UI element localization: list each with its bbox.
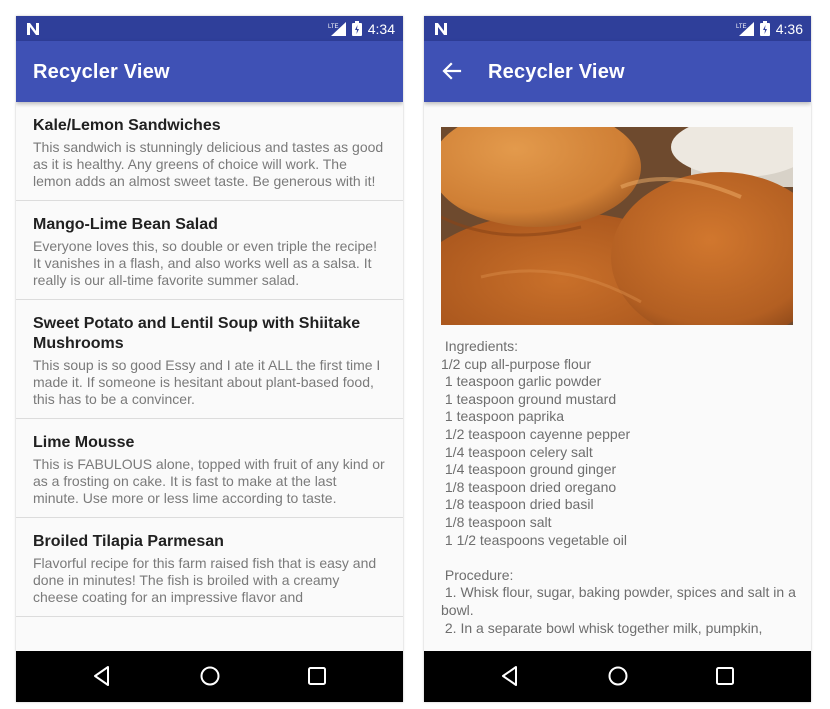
- svg-text:LTE: LTE: [736, 24, 747, 30]
- pancakes-photo: [441, 127, 793, 325]
- circle-home-icon[interactable]: [199, 665, 221, 687]
- phone-recipe-list: LTE 4:34 Recycler View Kale/Lemon Sandwi…: [16, 16, 403, 702]
- recipe-instructions: Ingredients: 1/2 cup all-purpose flour 1…: [441, 338, 796, 636]
- recipe-title: Sweet Potato and Lentil Soup with Shiita…: [33, 315, 361, 352]
- app-title: Recycler View: [488, 61, 625, 83]
- recipe-description: Everyone loves this, so double or even t…: [33, 238, 377, 288]
- recipe-detail[interactable]: Ingredients: 1/2 cup all-purpose flour 1…: [424, 102, 811, 651]
- recipe-photo: [441, 127, 793, 325]
- triangle-back-icon[interactable]: [499, 665, 521, 687]
- arrow-back-icon[interactable]: [442, 61, 462, 81]
- status-bar: LTE 4:36: [424, 16, 811, 41]
- circle-home-icon[interactable]: [607, 665, 629, 687]
- lte-signal-icon: LTE: [328, 21, 346, 36]
- app-bar: Recycler View: [16, 41, 403, 102]
- recipe-card[interactable]: Lime Mousse This is FABULOUS alone, topp…: [16, 419, 403, 518]
- battery-icon: [759, 21, 770, 36]
- recipe-list[interactable]: Kale/Lemon Sandwiches This sandwich is s…: [16, 102, 403, 651]
- recipe-title: Lime Mousse: [33, 434, 135, 451]
- app-title: Recycler View: [33, 61, 170, 83]
- n-logo-icon: [27, 23, 39, 35]
- square-recents-icon[interactable]: [306, 665, 328, 687]
- recipe-card[interactable]: Sweet Potato and Lentil Soup with Shiita…: [16, 300, 403, 419]
- svg-text:LTE: LTE: [328, 24, 339, 30]
- square-recents-icon[interactable]: [714, 665, 736, 687]
- recipe-card[interactable]: Mango-Lime Bean Salad Everyone loves thi…: [16, 201, 403, 300]
- phone-recipe-detail: LTE 4:36 Recycler View Ingredients: 1/2 …: [424, 16, 811, 702]
- recipe-description: This sandwich is stunningly delicious an…: [33, 139, 384, 189]
- recipe-description: This is FABULOUS alone, topped with frui…: [33, 456, 385, 506]
- status-indicators: LTE 4:34: [328, 16, 395, 41]
- recipe-card[interactable]: Kale/Lemon Sandwiches This sandwich is s…: [16, 102, 403, 201]
- lte-signal-icon: LTE: [736, 21, 754, 36]
- n-logo-icon: [435, 23, 447, 35]
- navigation-bar: [16, 651, 403, 702]
- app-bar: Recycler View: [424, 41, 811, 102]
- battery-icon: [351, 21, 362, 36]
- status-bar: LTE 4:34: [16, 16, 403, 41]
- recipe-title: Mango-Lime Bean Salad: [33, 216, 218, 233]
- status-time: 4:34: [367, 20, 395, 37]
- navigation-bar: [424, 651, 811, 702]
- recipe-description: Flavorful recipe for this farm raised fi…: [33, 555, 377, 605]
- recipe-description: This soup is so good Essy and I ate it A…: [33, 357, 381, 407]
- triangle-back-icon[interactable]: [91, 665, 113, 687]
- recipe-card[interactable]: Broiled Tilapia Parmesan Flavorful recip…: [16, 518, 403, 617]
- recipe-title: Kale/Lemon Sandwiches: [33, 117, 221, 134]
- status-time: 4:36: [775, 20, 803, 37]
- status-indicators: LTE 4:36: [736, 16, 803, 41]
- recipe-title: Broiled Tilapia Parmesan: [33, 533, 224, 550]
